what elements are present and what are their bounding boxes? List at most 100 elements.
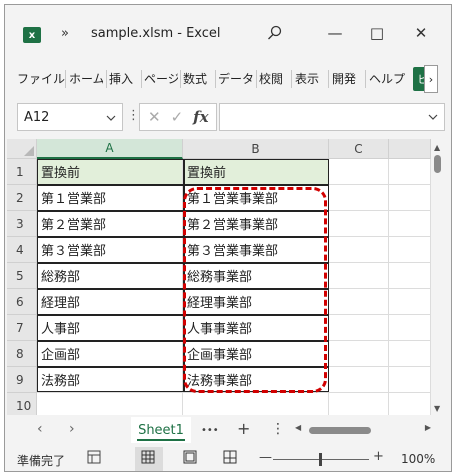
- cell-a[interactable]: 置換前: [37, 159, 183, 185]
- scroll-down-icon[interactable]: ▼: [434, 404, 440, 413]
- tab-file[interactable]: ファイル: [17, 70, 65, 87]
- zoom-slider-handle[interactable]: [319, 453, 322, 466]
- cell-d[interactable]: [389, 315, 431, 341]
- tab-review[interactable]: 校閲: [259, 70, 283, 87]
- scroll-up-icon[interactable]: ▲: [434, 143, 440, 152]
- zoom-in-button[interactable]: +: [373, 449, 384, 464]
- vertical-scrollbar[interactable]: ▲ ▼: [431, 139, 445, 415]
- column-header-a[interactable]: A: [37, 139, 183, 159]
- excel-window: x » sample.xlsm - Excel — □ ✕ ファイル ホーム 挿…: [4, 4, 452, 472]
- cell-b[interactable]: 第２営業事業部: [183, 211, 329, 237]
- cell-a[interactable]: 人事部: [37, 315, 183, 341]
- cell-c[interactable]: [329, 341, 389, 367]
- row-header[interactable]: 3: [7, 211, 37, 237]
- name-box-value: A12: [24, 109, 50, 125]
- tab-formulas[interactable]: 数式: [183, 70, 207, 87]
- tab-data[interactable]: データ: [218, 70, 254, 87]
- enter-icon[interactable]: ✓: [171, 108, 184, 126]
- cell-b[interactable]: 法務事業部: [183, 367, 329, 393]
- cell-d[interactable]: [389, 367, 431, 393]
- close-button[interactable]: ✕: [409, 24, 433, 42]
- cell-c[interactable]: [329, 211, 389, 237]
- cell-c[interactable]: [329, 159, 389, 185]
- tab-home[interactable]: ホーム: [69, 70, 103, 87]
- tab-view[interactable]: 表示: [295, 70, 319, 87]
- cell-d[interactable]: [389, 211, 431, 237]
- scroll-left-icon[interactable]: ◀: [295, 423, 301, 432]
- accessibility-icon[interactable]: [87, 450, 101, 468]
- zoom-out-button[interactable]: —: [259, 450, 272, 465]
- cell-c[interactable]: [329, 237, 389, 263]
- cell-d[interactable]: [389, 289, 431, 315]
- excel-icon[interactable]: x: [23, 27, 41, 43]
- select-all-corner[interactable]: [7, 139, 37, 159]
- insert-function-icon[interactable]: fx: [193, 108, 208, 126]
- horizontal-scrollbar[interactable]: ◀ ▶: [295, 423, 435, 435]
- normal-view-icon[interactable]: [141, 450, 155, 468]
- cell-a[interactable]: 法務部: [37, 367, 183, 393]
- tab-insert[interactable]: 挿入: [109, 70, 133, 87]
- vertical-scroll-thumb[interactable]: [434, 155, 441, 173]
- cell-c[interactable]: [329, 367, 389, 393]
- ribbon-scroll-right-icon[interactable]: ›: [424, 65, 438, 93]
- row-header[interactable]: 4: [7, 237, 37, 263]
- cell-b[interactable]: 企画事業部: [183, 341, 329, 367]
- search-icon[interactable]: [267, 25, 283, 45]
- add-sheet-button[interactable]: +: [237, 419, 250, 438]
- cell-c[interactable]: [329, 263, 389, 289]
- cell-b[interactable]: 第１営業事業部: [183, 185, 329, 211]
- cell-d[interactable]: [389, 159, 431, 185]
- row-header[interactable]: 5: [7, 263, 37, 289]
- cell-c[interactable]: [329, 315, 389, 341]
- cell-a[interactable]: 第２営業部: [37, 211, 183, 237]
- cell-c[interactable]: [329, 185, 389, 211]
- column-header-b[interactable]: B: [183, 139, 329, 159]
- row-header[interactable]: 2: [7, 185, 37, 211]
- tab-help[interactable]: ヘルプ: [369, 70, 409, 87]
- cell-a[interactable]: 第１営業部: [37, 185, 183, 211]
- cell-a[interactable]: 第３営業部: [37, 237, 183, 263]
- page-layout-view-icon[interactable]: [183, 450, 197, 468]
- cell-c[interactable]: [329, 289, 389, 315]
- row-header[interactable]: 6: [7, 289, 37, 315]
- cell-a[interactable]: 企画部: [37, 341, 183, 367]
- cell-d[interactable]: [389, 185, 431, 211]
- title-bar: x » sample.xlsm - Excel — □ ✕: [5, 5, 451, 55]
- tab-developer[interactable]: 開発: [332, 70, 356, 87]
- prev-sheet-icon[interactable]: ‹: [37, 421, 43, 437]
- minimize-button[interactable]: —: [323, 24, 347, 42]
- maximize-button[interactable]: □: [365, 24, 389, 42]
- cell-a[interactable]: 総務部: [37, 263, 183, 289]
- row-header[interactable]: 8: [7, 341, 37, 367]
- sheet-menu-icon[interactable]: ⋮: [271, 421, 285, 437]
- expand-formula-bar-icon[interactable]: [428, 110, 438, 123]
- more-sheets-icon[interactable]: •••: [201, 425, 219, 436]
- cell-b[interactable]: 置換前: [183, 159, 329, 185]
- column-header-d[interactable]: [389, 139, 431, 159]
- page-break-view-icon[interactable]: [223, 450, 237, 468]
- formula-input[interactable]: [219, 103, 445, 131]
- zoom-level[interactable]: 100%: [401, 452, 435, 466]
- tab-page-layout[interactable]: ページ: [144, 70, 178, 87]
- cell-b[interactable]: 経理事業部: [183, 289, 329, 315]
- row-header[interactable]: 9: [7, 367, 37, 393]
- cell-a[interactable]: 経理部: [37, 289, 183, 315]
- sheet-tab-label: Sheet1: [138, 422, 184, 438]
- cancel-icon[interactable]: ✕: [148, 108, 161, 126]
- worksheet-grid[interactable]: A B C 1 置換前 置換前 2 第１営業部 第１営業事業部 3 第２営業部 第２営業事業部 4…: [7, 139, 431, 419]
- quick-access-more-icon[interactable]: »: [61, 26, 69, 41]
- cell-b[interactable]: 人事事業部: [183, 315, 329, 341]
- cell-d[interactable]: [389, 263, 431, 289]
- cell-d[interactable]: [389, 341, 431, 367]
- chevron-down-icon[interactable]: [106, 111, 116, 124]
- name-box[interactable]: A12: [17, 103, 123, 131]
- row-header[interactable]: 1: [7, 159, 37, 185]
- cell-b[interactable]: 第３営業事業部: [183, 237, 329, 263]
- cell-d[interactable]: [389, 237, 431, 263]
- scroll-right-icon[interactable]: ▶: [425, 423, 431, 432]
- cell-b[interactable]: 総務事業部: [183, 263, 329, 289]
- horizontal-scroll-thumb[interactable]: [309, 427, 371, 434]
- next-sheet-icon[interactable]: ›: [69, 421, 75, 437]
- row-header[interactable]: 7: [7, 315, 37, 341]
- column-header-c[interactable]: C: [329, 139, 389, 159]
